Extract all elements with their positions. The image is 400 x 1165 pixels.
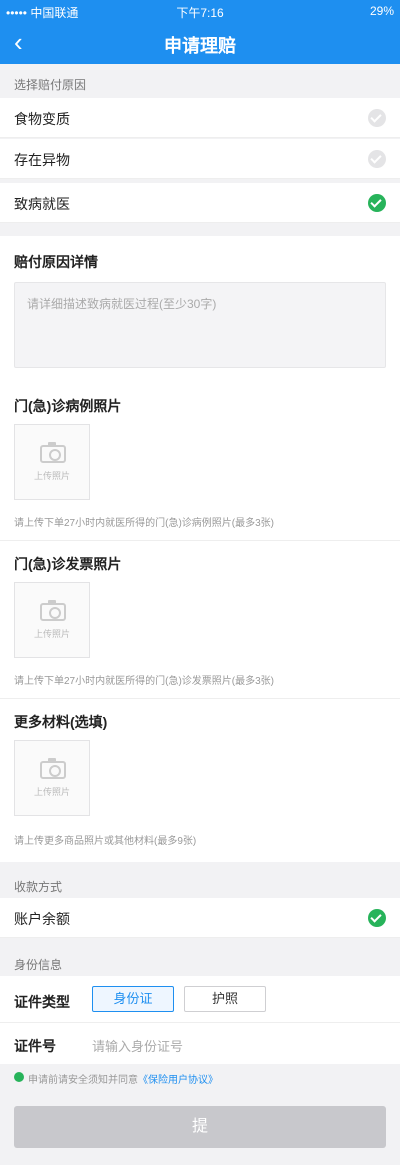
payment-section-label: 收款方式 [14, 880, 63, 894]
reason-option-label: 存在异物 [14, 152, 70, 168]
identity-section-label: 身份信息 [14, 958, 63, 972]
reason-option-food-spoiled[interactable]: 食物变质 [0, 98, 400, 138]
id-type-label: 证件类型 [14, 994, 70, 1010]
agreement-text-body: 申请前请安全须知并同意 [28, 1075, 138, 1086]
reason-detail-title: 赔付原因详情 [14, 254, 98, 270]
reason-option-label: 致病就医 [14, 196, 70, 212]
upload-hint-medical-record: 请上传下单27小时内就医所得的门(急)诊病例照片(最多3张) [14, 518, 275, 529]
agree-check-icon[interactable] [14, 1072, 24, 1082]
reason-option-label: 食物变质 [14, 111, 70, 127]
divider [0, 1022, 400, 1023]
id-type-id-card-button[interactable]: 身份证 [92, 986, 174, 1012]
upload-title-invoice: 门(急)诊发票照片 [14, 556, 122, 572]
upload-button-medical-record[interactable]: 上传照片 [14, 424, 90, 500]
page-title: 申请理赔 [164, 36, 236, 56]
reason-detail-placeholder: 请详细描述致病就医过程(至少30字) [27, 297, 217, 311]
submit-button[interactable]: 提 [14, 1106, 386, 1148]
upload-button-invoice[interactable]: 上传照片 [14, 582, 90, 658]
upload-title-more-materials: 更多材料(选填) [14, 714, 108, 730]
nav-bar: ‹ 申请理赔 [0, 22, 400, 64]
id-number-label: 证件号 [14, 1038, 56, 1054]
reason-detail-input[interactable]: 请详细描述致病就医过程(至少30字) [14, 282, 386, 368]
agreement-text: 申请前请安全须知并同意《保险用户协议》 [28, 1071, 218, 1086]
camera-icon [40, 758, 66, 779]
check-on-icon [368, 909, 386, 927]
status-bar: ••••• 中国联通 下午7:16 29% [0, 0, 400, 22]
id-type-passport-button[interactable]: 护照 [184, 986, 266, 1012]
id-number-input[interactable]: 请输入身份证号 [92, 1036, 183, 1055]
reason-detail-panel: 赔付原因详情 请详细描述致病就医过程(至少30字) [0, 236, 400, 382]
upload-hint-more-materials: 请上传更多商品照片或其他材料(最多9张) [14, 836, 197, 847]
divider [0, 698, 400, 699]
upload-panel: 门(急)诊病例照片 上传照片 请上传下单27小时内就医所得的门(急)诊病例照片(… [0, 382, 400, 862]
agreement-link[interactable]: 《保险用户协议》 [138, 1075, 218, 1086]
reason-option-foreign-object[interactable]: 存在异物 [0, 139, 400, 179]
clock: 下午7:16 [176, 6, 224, 20]
payment-option-balance[interactable]: 账户余额 [0, 898, 400, 938]
battery-level: 29% [369, 4, 394, 18]
upload-button-more-materials[interactable]: 上传照片 [14, 740, 90, 816]
upload-button-label: 上传照片 [33, 629, 70, 639]
upload-button-label: 上传照片 [33, 471, 70, 481]
upload-button-label: 上传照片 [33, 787, 70, 797]
check-off-icon [368, 150, 386, 168]
upload-hint-invoice: 请上传下单27小时内就医所得的门(急)诊发票照片(最多3张) [14, 676, 275, 687]
agreement-row: 申请前请安全须知并同意《保险用户协议》 [0, 1066, 400, 1090]
camera-icon [40, 600, 66, 621]
divider [0, 540, 400, 541]
reason-option-illness[interactable]: 致病就医 [0, 183, 400, 223]
reason-section-label: 选择赔付原因 [14, 78, 87, 92]
payment-option-label: 账户余额 [14, 911, 70, 927]
camera-icon [40, 442, 66, 463]
check-on-icon [368, 194, 386, 212]
check-off-icon [368, 109, 386, 127]
identity-panel: 证件类型 身份证 护照 证件号 请输入身份证号 [0, 976, 400, 1064]
upload-title-medical-record: 门(急)诊病例照片 [14, 398, 122, 414]
